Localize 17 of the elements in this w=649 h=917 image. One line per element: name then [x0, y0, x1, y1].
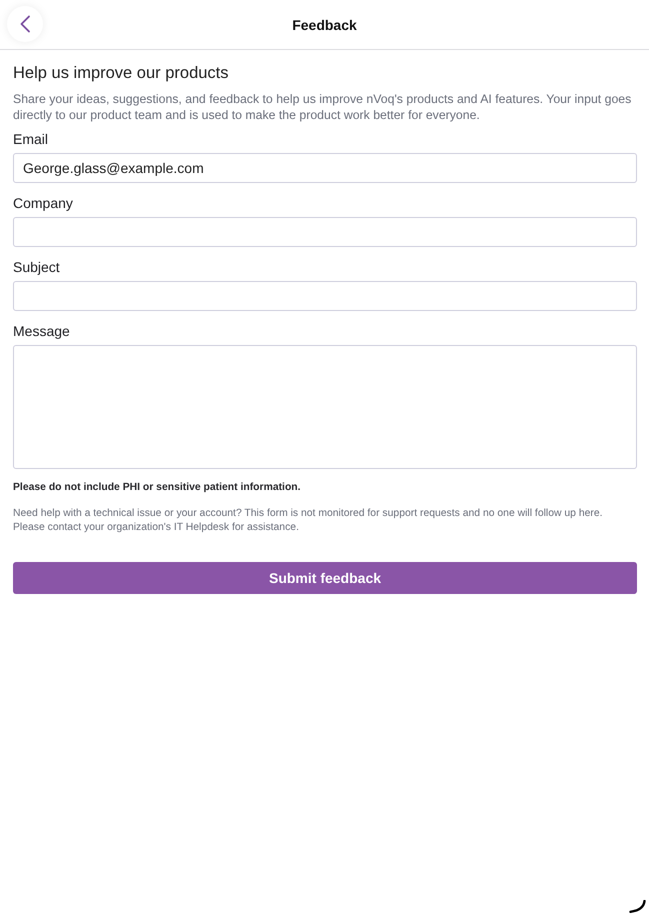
field-label: Message	[13, 323, 71, 339]
field-label: Subject	[13, 259, 61, 275]
input-field[interactable]	[13, 281, 637, 311]
textarea-field[interactable]	[13, 345, 637, 469]
warning-text: Please do not include PHI or sensitive patient information.	[13, 481, 302, 495]
section-heading: Help us improve our products	[13, 63, 230, 83]
field-label: Company	[13, 195, 74, 211]
input-field[interactable]	[13, 217, 637, 247]
help-text: Need help with a technical issue or your account? This form is not monitored for support requests and no one will follow up here. Please contact your organization's IT Helpdesk for assistance.	[13, 507, 604, 535]
field-label: Email	[13, 131, 50, 147]
input-field[interactable]: George.glass@example.com	[13, 153, 637, 183]
arc-icon	[629, 900, 646, 913]
submit-button[interactable]: Submit feedback	[13, 562, 637, 594]
description-text: Share your ideas, suggestions, and feedback to help us improve nVoq's products and AI features. Your input goes directly to our product team and is used to make the product work better for everyone.	[13, 91, 632, 123]
back-chevron-icon	[19, 15, 31, 33]
back-button[interactable]	[7, 6, 43, 42]
page-title: Feedback	[292, 16, 357, 34]
